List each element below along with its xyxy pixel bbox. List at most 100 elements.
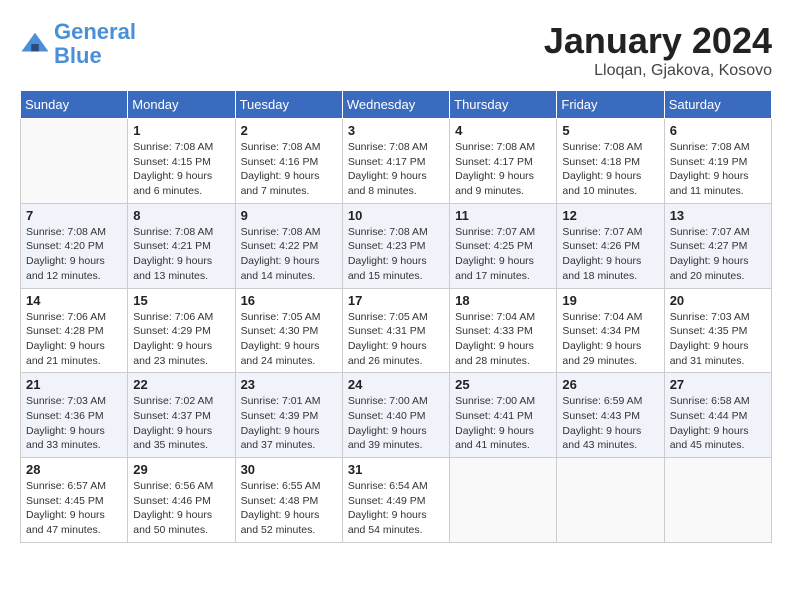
page-header: General Blue January 2024 Lloqan, Gjakov… <box>20 20 772 80</box>
day-number: 20 <box>670 293 766 308</box>
day-number: 8 <box>133 208 229 223</box>
calendar-cell: 14Sunrise: 7:06 AMSunset: 4:28 PMDayligh… <box>21 288 128 373</box>
day-number: 22 <box>133 377 229 392</box>
day-info: Sunrise: 7:08 AMSunset: 4:19 PMDaylight:… <box>670 140 766 199</box>
logo: General Blue <box>20 20 136 68</box>
calendar-cell: 11Sunrise: 7:07 AMSunset: 4:25 PMDayligh… <box>450 203 557 288</box>
calendar-cell: 18 Sunrise: 7:04 AMSunset: 4:33 PMDayligh… <box>450 288 557 373</box>
day-info: Sunrise: 7:06 AMSunset: 4:29 PMDaylight:… <box>133 310 229 369</box>
logo-text: General Blue <box>54 20 136 68</box>
day-info: Sunrise: 7:03 AMSunset: 4:36 PMDaylight:… <box>26 394 122 453</box>
day-info: Sunrise: 6:56 AMSunset: 4:46 PMDaylight:… <box>133 479 229 538</box>
calendar-cell: 12 Sunrise: 7:07 AMSunset: 4:26 PMDayligh… <box>557 203 664 288</box>
day-number: 1 <box>133 123 229 138</box>
day-number: 9 <box>241 208 337 223</box>
day-number: 10 <box>348 208 444 223</box>
calendar-cell: 15 Sunrise: 7:06 AMSunset: 4:29 PMDayligh… <box>128 288 235 373</box>
calendar-cell: 6 Sunrise: 7:08 AMSunset: 4:19 PMDaylight… <box>664 119 771 204</box>
logo-icon <box>20 29 50 59</box>
day-number: 12 <box>562 208 658 223</box>
day-number: 18 <box>455 293 551 308</box>
calendar-header-row: SundayMondayTuesdayWednesdayThursdayFrid… <box>21 91 772 119</box>
day-number: 19 <box>562 293 658 308</box>
calendar-cell: 25Sunrise: 7:00 AMSunset: 4:41 PMDayligh… <box>450 373 557 458</box>
day-info: Sunrise: 7:00 AMSunset: 4:40 PMDaylight:… <box>348 394 444 453</box>
day-number: 15 <box>133 293 229 308</box>
calendar-cell: 7 Sunrise: 7:08 AMSunset: 4:20 PMDaylight… <box>21 203 128 288</box>
day-number: 30 <box>241 462 337 477</box>
day-info: Sunrise: 6:57 AMSunset: 4:45 PMDaylight:… <box>26 479 122 538</box>
day-number: 3 <box>348 123 444 138</box>
calendar-cell <box>21 119 128 204</box>
day-info: Sunrise: 7:03 AMSunset: 4:35 PMDaylight:… <box>670 310 766 369</box>
calendar-cell: 24 Sunrise: 7:00 AMSunset: 4:40 PMDayligh… <box>342 373 449 458</box>
day-info: Sunrise: 7:01 AMSunset: 4:39 PMDaylight:… <box>241 394 337 453</box>
day-info: Sunrise: 7:00 AMSunset: 4:41 PMDaylight:… <box>455 394 551 453</box>
day-of-week-header: Tuesday <box>235 91 342 119</box>
day-number: 28 <box>26 462 122 477</box>
day-of-week-header: Monday <box>128 91 235 119</box>
day-info: Sunrise: 6:54 AMSunset: 4:49 PMDaylight:… <box>348 479 444 538</box>
calendar-cell: 2Sunrise: 7:08 AMSunset: 4:16 PMDaylight… <box>235 119 342 204</box>
day-number: 7 <box>26 208 122 223</box>
day-number: 17 <box>348 293 444 308</box>
calendar-cell: 22 Sunrise: 7:02 AMSunset: 4:37 PMDayligh… <box>128 373 235 458</box>
calendar-cell: 5 Sunrise: 7:08 AMSunset: 4:18 PMDaylight… <box>557 119 664 204</box>
day-number: 31 <box>348 462 444 477</box>
day-info: Sunrise: 6:59 AMSunset: 4:43 PMDaylight:… <box>562 394 658 453</box>
calendar-table: SundayMondayTuesdayWednesdayThursdayFrid… <box>20 90 772 543</box>
day-info: Sunrise: 7:08 AMSunset: 4:21 PMDaylight:… <box>133 225 229 284</box>
day-info: Sunrise: 7:02 AMSunset: 4:37 PMDaylight:… <box>133 394 229 453</box>
day-info: Sunrise: 7:08 AMSunset: 4:18 PMDaylight:… <box>562 140 658 199</box>
day-of-week-header: Sunday <box>21 91 128 119</box>
day-number: 11 <box>455 208 551 223</box>
calendar-cell: 31 Sunrise: 6:54 AMSunset: 4:49 PMDayligh… <box>342 458 449 543</box>
month-year: January 2024 <box>544 20 772 62</box>
day-info: Sunrise: 6:58 AMSunset: 4:44 PMDaylight:… <box>670 394 766 453</box>
day-info: Sunrise: 7:08 AMSunset: 4:23 PMDaylight:… <box>348 225 444 284</box>
calendar-cell: 20 Sunrise: 7:03 AMSunset: 4:35 PMDayligh… <box>664 288 771 373</box>
calendar-cell: 1Sunrise: 7:08 AMSunset: 4:15 PMDaylight… <box>128 119 235 204</box>
calendar-cell <box>450 458 557 543</box>
day-of-week-header: Friday <box>557 91 664 119</box>
day-info: Sunrise: 7:08 AMSunset: 4:17 PMDaylight:… <box>348 140 444 199</box>
day-info: Sunrise: 7:08 AMSunset: 4:17 PMDaylight:… <box>455 140 551 199</box>
day-number: 5 <box>562 123 658 138</box>
day-number: 26 <box>562 377 658 392</box>
calendar-cell: 21 Sunrise: 7:03 AMSunset: 4:36 PMDayligh… <box>21 373 128 458</box>
calendar-week-row: 21 Sunrise: 7:03 AMSunset: 4:36 PMDayligh… <box>21 373 772 458</box>
day-info: Sunrise: 7:07 AMSunset: 4:26 PMDaylight:… <box>562 225 658 284</box>
day-number: 6 <box>670 123 766 138</box>
day-info: Sunrise: 7:08 AMSunset: 4:20 PMDaylight:… <box>26 225 122 284</box>
calendar-cell: 29 Sunrise: 6:56 AMSunset: 4:46 PMDayligh… <box>128 458 235 543</box>
calendar-cell: 23 Sunrise: 7:01 AMSunset: 4:39 PMDayligh… <box>235 373 342 458</box>
calendar-cell: 17 Sunrise: 7:05 AMSunset: 4:31 PMDayligh… <box>342 288 449 373</box>
calendar-cell: 4Sunrise: 7:08 AMSunset: 4:17 PMDaylight… <box>450 119 557 204</box>
day-info: Sunrise: 7:08 AMSunset: 4:16 PMDaylight:… <box>241 140 337 199</box>
day-info: Sunrise: 7:04 AMSunset: 4:33 PMDaylight:… <box>455 310 551 369</box>
day-number: 13 <box>670 208 766 223</box>
calendar-cell: 9Sunrise: 7:08 AMSunset: 4:22 PMDaylight… <box>235 203 342 288</box>
day-number: 16 <box>241 293 337 308</box>
calendar-cell: 26 Sunrise: 6:59 AMSunset: 4:43 PMDayligh… <box>557 373 664 458</box>
day-of-week-header: Saturday <box>664 91 771 119</box>
day-of-week-header: Wednesday <box>342 91 449 119</box>
title-block: January 2024 Lloqan, Gjakova, Kosovo <box>544 20 772 80</box>
location: Lloqan, Gjakova, Kosovo <box>544 62 772 80</box>
calendar-cell <box>557 458 664 543</box>
day-number: 29 <box>133 462 229 477</box>
calendar-cell: 8 Sunrise: 7:08 AMSunset: 4:21 PMDaylight… <box>128 203 235 288</box>
calendar-cell: 19 Sunrise: 7:04 AMSunset: 4:34 PMDayligh… <box>557 288 664 373</box>
day-number: 23 <box>241 377 337 392</box>
calendar-cell: 16Sunrise: 7:05 AMSunset: 4:30 PMDayligh… <box>235 288 342 373</box>
day-number: 24 <box>348 377 444 392</box>
calendar-cell <box>664 458 771 543</box>
calendar-week-row: 7 Sunrise: 7:08 AMSunset: 4:20 PMDaylight… <box>21 203 772 288</box>
day-info: Sunrise: 7:07 AMSunset: 4:27 PMDaylight:… <box>670 225 766 284</box>
day-number: 21 <box>26 377 122 392</box>
calendar-week-row: 28 Sunrise: 6:57 AMSunset: 4:45 PMDayligh… <box>21 458 772 543</box>
day-info: Sunrise: 7:05 AMSunset: 4:31 PMDaylight:… <box>348 310 444 369</box>
calendar-week-row: 14Sunrise: 7:06 AMSunset: 4:28 PMDayligh… <box>21 288 772 373</box>
day-info: Sunrise: 7:04 AMSunset: 4:34 PMDaylight:… <box>562 310 658 369</box>
calendar-cell: 10 Sunrise: 7:08 AMSunset: 4:23 PMDayligh… <box>342 203 449 288</box>
